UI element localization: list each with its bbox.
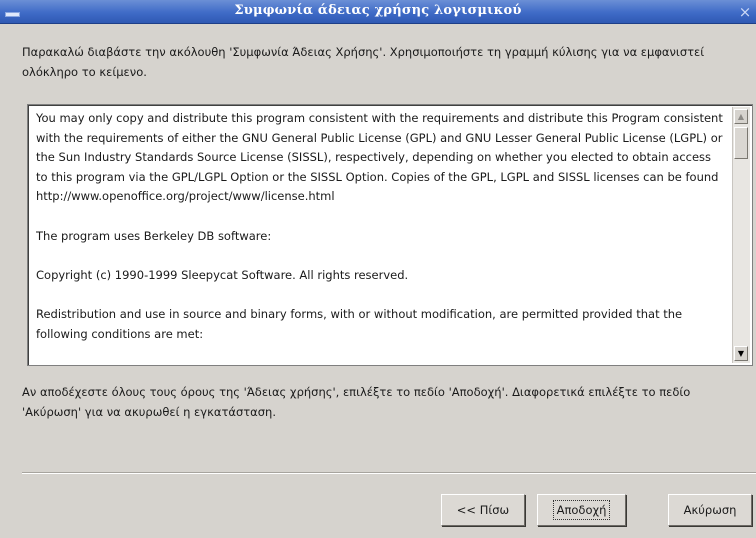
divider — [22, 472, 756, 474]
scrollbar-thumb[interactable] — [734, 127, 748, 159]
back-button[interactable]: << Πίσω — [441, 494, 525, 526]
license-text: You may only copy and distribute this pr… — [36, 109, 724, 363]
vertical-scrollbar[interactable]: ▲ ▼ — [732, 107, 750, 363]
accept-instruction-text: Αν αποδέχεστε όλους τους όρους της 'Άδει… — [22, 385, 691, 419]
accept-button[interactable]: Αποδοχή — [537, 494, 626, 526]
license-paragraph: You may only copy and distribute this pr… — [36, 111, 723, 204]
instruction-text: Παρακαλώ διαβάστε την ακόλουθη 'Συμφωνία… — [22, 45, 705, 79]
title-bar[interactable]: Συμφωνία άδειας χρήσης λογισμικού × — [0, 0, 756, 24]
window-title: Συμφωνία άδειας χρήσης λογισμικού — [234, 3, 522, 18]
license-paragraph: Copyright (c) 1990-1999 Sleepycat Softwa… — [36, 267, 409, 282]
license-paragraph: Redistribution and use in source and bin… — [36, 306, 683, 341]
close-icon[interactable]: × — [736, 3, 754, 21]
license-text-area[interactable]: You may only copy and distribute this pr… — [27, 104, 753, 366]
cancel-button[interactable]: Ακύρωση — [668, 494, 752, 526]
accept-button-label: Αποδοχή — [552, 500, 611, 520]
arrow-down-icon[interactable]: ▼ — [734, 346, 748, 361]
license-paragraph: The program uses Berkeley DB software: — [36, 228, 272, 243]
arrow-up-icon[interactable]: ▲ — [734, 109, 748, 124]
